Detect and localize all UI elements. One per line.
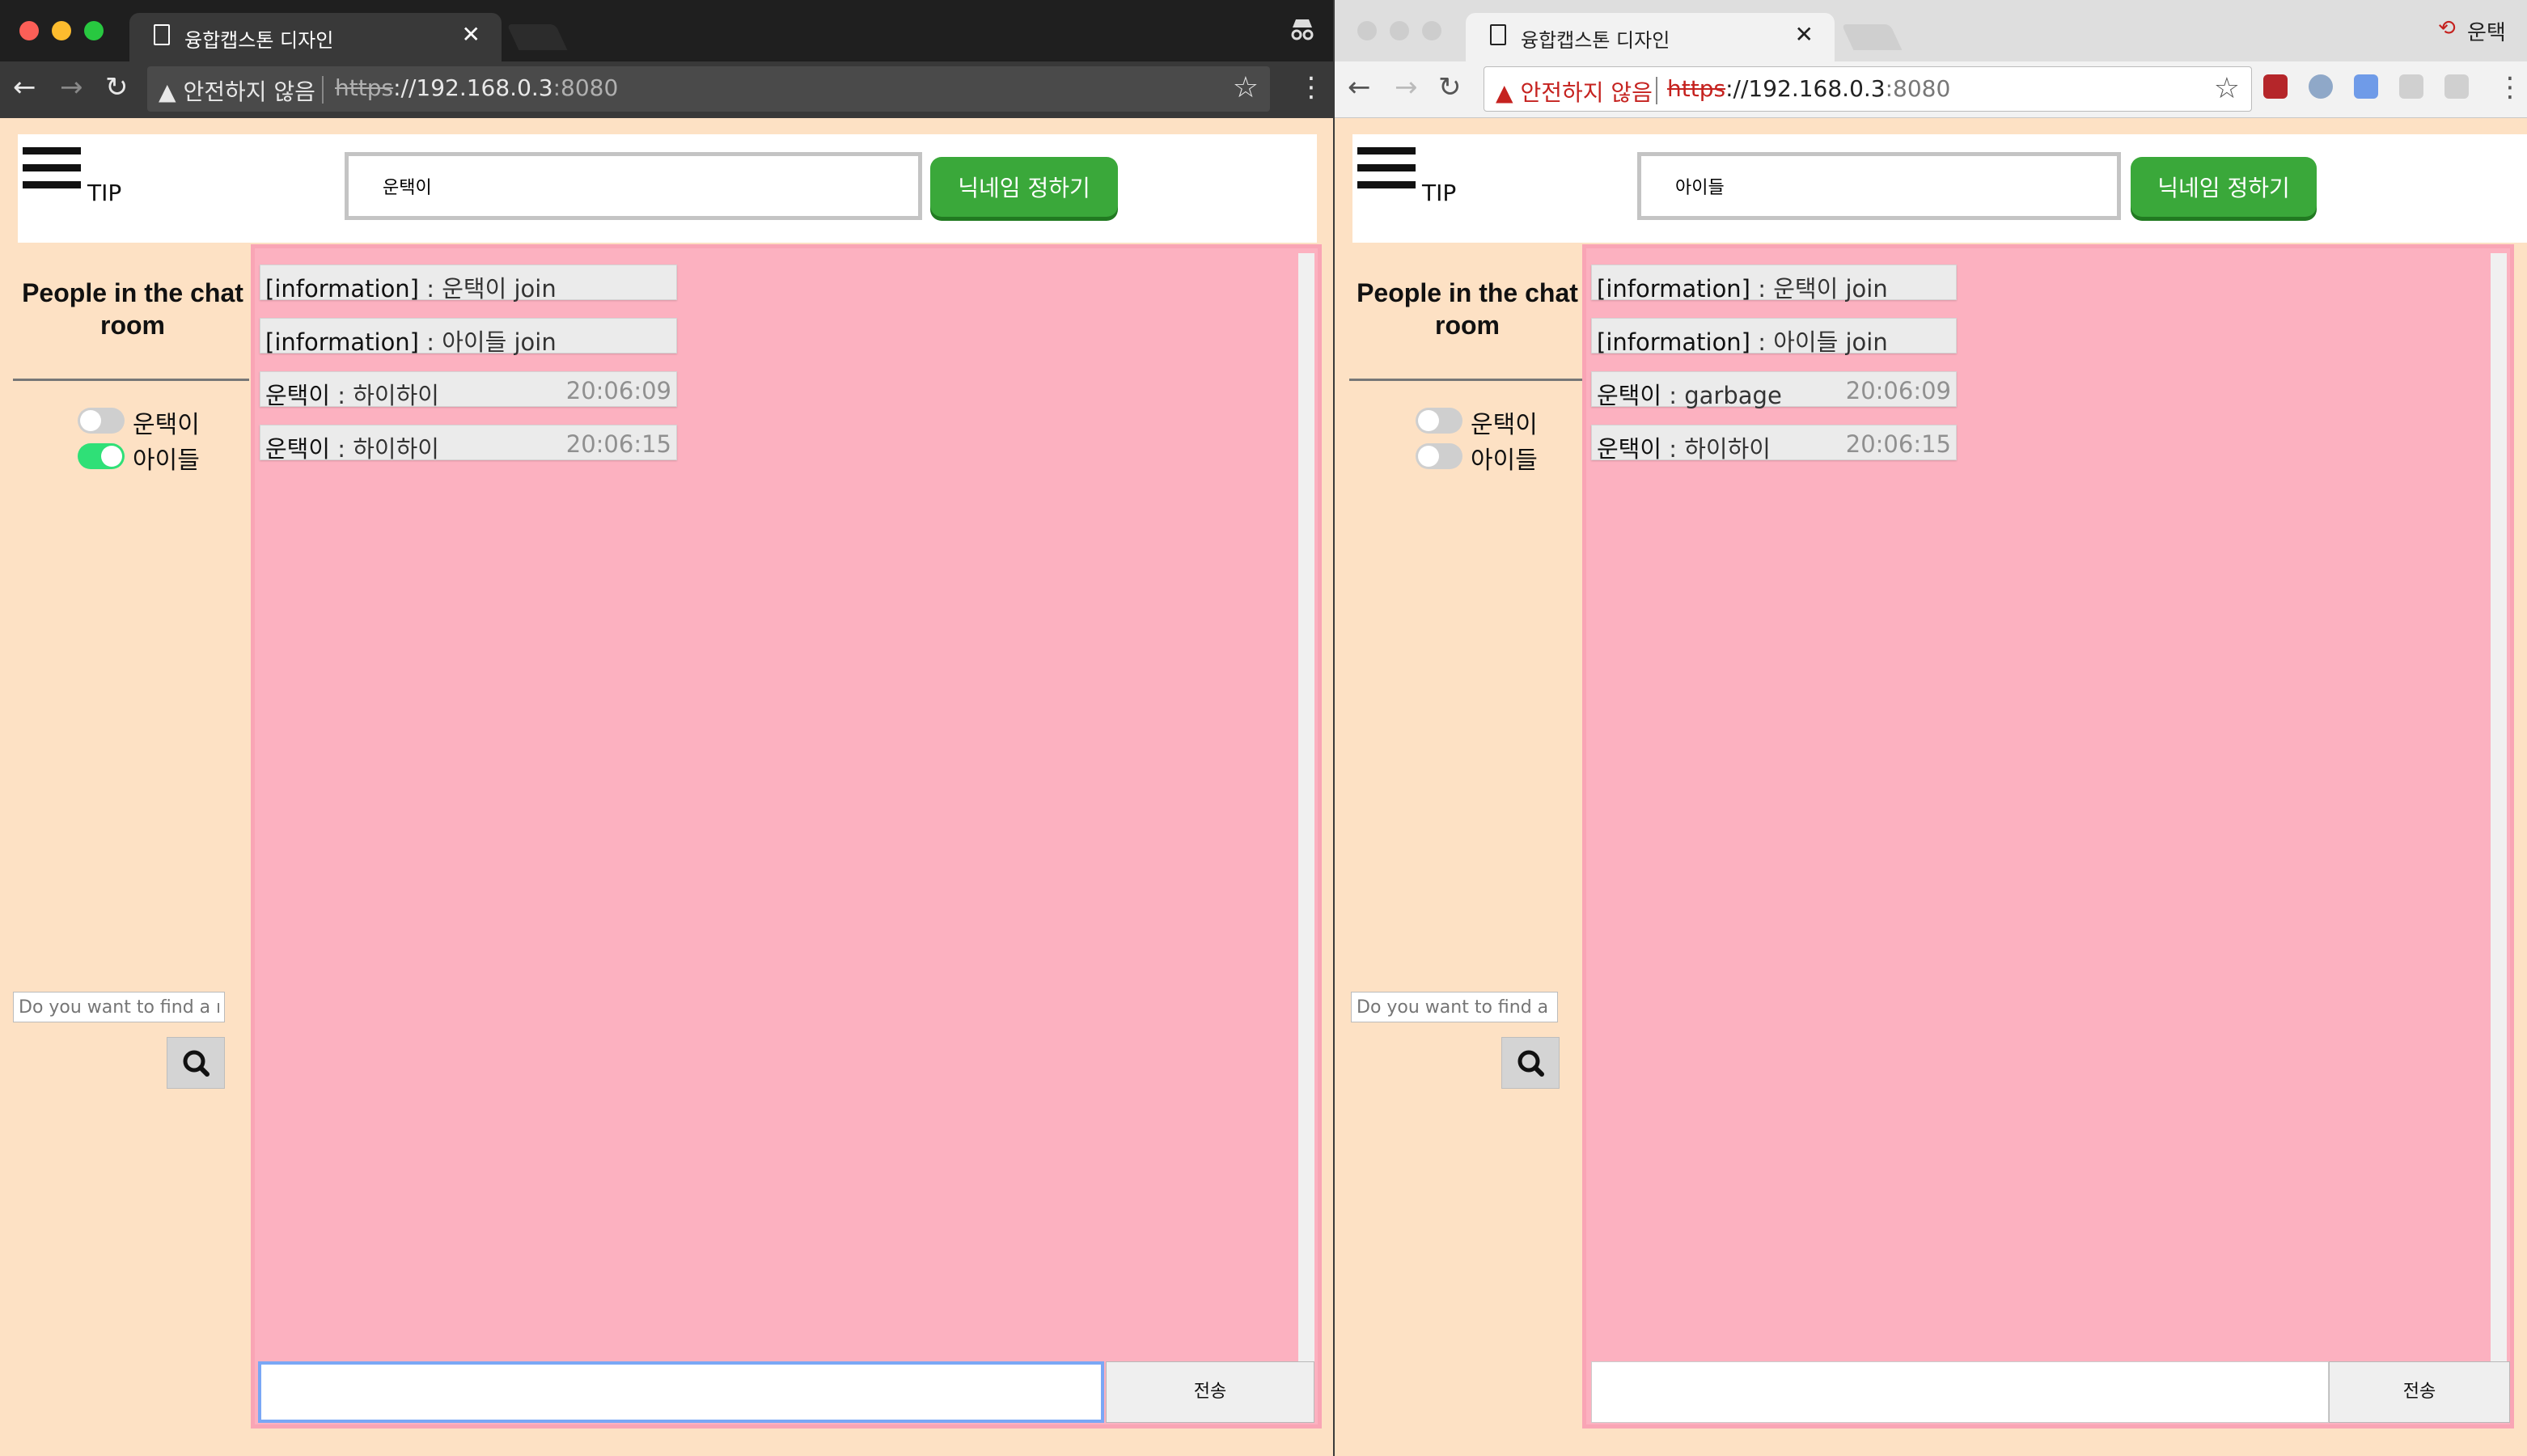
chat-page: TIP 닉네임 정하기 People in the chat room 운택이 … <box>0 118 1333 1456</box>
chat-area: [information] : 운택이 join [information] :… <box>1582 244 2514 1428</box>
reload-icon[interactable]: ↻ <box>1438 71 1462 104</box>
sidebar-title: People in the chat room <box>1357 278 1578 340</box>
set-nickname-button[interactable]: 닉네임 정하기 <box>930 157 1118 217</box>
browser-window-left: 융합캡스톤 디자인 ✕ ← → ↻ ▲ 안전하지 않음 https://192.… <box>0 0 1333 1456</box>
star-icon[interactable]: ☆ <box>1233 71 1259 104</box>
chat-message: [information] : 아이들 join <box>1591 318 1957 356</box>
tab-title: 융합캡스톤 디자인 <box>1521 29 1670 52</box>
sidebar-title: People in the chat room <box>22 278 243 340</box>
search-button[interactable] <box>167 1037 225 1089</box>
shield-extension-icon[interactable] <box>2263 74 2288 99</box>
sidebar-divider <box>13 379 249 381</box>
minimize-window-button[interactable] <box>1390 21 1409 40</box>
security-warning[interactable]: ▲ 안전하지 않음 <box>159 74 315 107</box>
menu-icon[interactable]: ⋮ <box>1297 71 1325 104</box>
send-button[interactable]: 전송 <box>2329 1361 2510 1423</box>
address-bar[interactable]: ▲ 안전하지 않음 https://192.168.0.3:8080 ☆ <box>147 66 1270 112</box>
title-bar: 융합캡스톤 디자인 ✕ <box>0 0 1333 61</box>
tip-label[interactable]: TIP <box>1422 180 1456 206</box>
chat-message: [information] : 운택이 join <box>1591 265 1957 303</box>
chat-message: 운택이 : garbage 20:06:09 <box>1591 371 1957 409</box>
profile-label[interactable]: 운택 <box>2467 16 2506 46</box>
user-name: 아이들 <box>133 447 200 475</box>
close-window-button[interactable] <box>1357 21 1377 40</box>
url-text: https://192.168.0.3:8080 <box>335 74 619 101</box>
tab-title: 융합캡스톤 디자인 <box>184 29 334 52</box>
page-icon <box>154 24 170 45</box>
chat-message: [information] : 운택이 join <box>260 265 677 303</box>
title-bar: 융합캡스톤 디자인 ✕ ⟲ 운택 <box>1335 0 2527 61</box>
divider <box>1656 77 1657 104</box>
user-toggle[interactable] <box>78 408 125 434</box>
find-user-input[interactable] <box>13 992 225 1022</box>
sidebar-divider <box>1349 379 1584 381</box>
translate-extension-icon[interactable] <box>2354 74 2378 99</box>
user-name: 아이들 <box>1471 447 1538 475</box>
browser-window-right: 융합캡스톤 디자인 ✕ ⟲ 운택 ← → ↻ ▲ 안전하지 않음 https:/… <box>1335 0 2527 1456</box>
maximize-window-button[interactable] <box>84 21 104 40</box>
forward-icon[interactable]: → <box>60 71 83 104</box>
chat-area: [information] : 운택이 join [information] :… <box>251 244 1322 1428</box>
search-button[interactable] <box>1501 1037 1560 1089</box>
browser-tab[interactable]: 융합캡스톤 디자인 ✕ <box>1466 13 1835 61</box>
user-toggle[interactable] <box>1416 443 1462 469</box>
close-window-button[interactable] <box>19 21 39 40</box>
dropbox-extension-icon[interactable] <box>2399 74 2423 99</box>
back-icon[interactable]: ← <box>1348 71 1371 104</box>
close-icon[interactable]: ✕ <box>462 21 480 48</box>
divider <box>322 76 324 104</box>
user-toggle[interactable] <box>78 443 125 469</box>
hamburger-icon[interactable] <box>1357 147 1416 189</box>
scrollbar[interactable] <box>2491 253 2507 1363</box>
set-nickname-button[interactable]: 닉네임 정하기 <box>2131 157 2317 217</box>
tip-label[interactable]: TIP <box>87 180 121 206</box>
security-warning[interactable]: ▲ 안전하지 않음 <box>1496 75 1653 108</box>
new-tab-button[interactable] <box>1841 24 1903 50</box>
search-icon <box>183 1050 210 1077</box>
page-header: TIP 닉네임 정하기 <box>1352 134 2527 243</box>
url-text: https://192.168.0.3:8080 <box>1667 75 1951 102</box>
message-input[interactable] <box>1591 1361 2329 1423</box>
user-name: 운택이 <box>133 411 200 439</box>
chat-message: 운택이 : 하이하이 20:06:15 <box>260 425 677 463</box>
maximize-window-button[interactable] <box>1422 21 1441 40</box>
minimize-window-button[interactable] <box>52 21 71 40</box>
back-icon[interactable]: ← <box>13 71 36 104</box>
star-icon[interactable]: ☆ <box>2214 72 2240 105</box>
page-header: TIP 닉네임 정하기 <box>18 134 1317 243</box>
reload-icon[interactable]: ↻ <box>105 71 129 104</box>
message-input[interactable] <box>258 1361 1104 1423</box>
chat-message: 운택이 : 하이하이 20:06:15 <box>1591 425 1957 463</box>
warning-icon: ▲ <box>1496 79 1513 106</box>
hamburger-icon[interactable] <box>23 147 81 189</box>
search-icon <box>1517 1050 1544 1077</box>
menu-icon[interactable]: ⋮ <box>2496 71 2524 104</box>
incognito-icon <box>1291 19 1314 40</box>
browser-tab[interactable]: 융합캡스톤 디자인 ✕ <box>129 13 502 61</box>
sync-icon: ⟲ <box>2438 16 2456 40</box>
nickname-input[interactable] <box>345 152 922 220</box>
find-user-input[interactable] <box>1351 992 1558 1022</box>
new-tab-button[interactable] <box>506 24 568 50</box>
user-toggle[interactable] <box>1416 408 1462 434</box>
nickname-input[interactable] <box>1637 152 2121 220</box>
page-icon <box>1490 24 1506 45</box>
scrollbar[interactable] <box>1298 253 1314 1363</box>
send-button[interactable]: 전송 <box>1106 1361 1314 1423</box>
user-name: 운택이 <box>1471 411 1538 439</box>
address-bar[interactable]: ▲ 안전하지 않음 https://192.168.0.3:8080 ☆ <box>1484 66 2252 112</box>
globe-extension-icon[interactable] <box>2309 74 2333 99</box>
chat-message: [information] : 아이들 join <box>260 318 677 356</box>
chat-message: 운택이 : 하이하이 20:06:09 <box>260 371 677 409</box>
forward-icon[interactable]: → <box>1395 71 1418 104</box>
cast-extension-icon[interactable] <box>2444 74 2469 99</box>
chat-page: TIP 닉네임 정하기 People in the chat room 운택이 … <box>1335 118 2527 1456</box>
browser-toolbar: ← → ↻ ▲ 안전하지 않음 https://192.168.0.3:8080… <box>1335 61 2527 118</box>
close-icon[interactable]: ✕ <box>1795 21 1814 48</box>
warning-icon: ▲ <box>159 78 176 105</box>
browser-toolbar: ← → ↻ ▲ 안전하지 않음 https://192.168.0.3:8080… <box>0 61 1333 118</box>
